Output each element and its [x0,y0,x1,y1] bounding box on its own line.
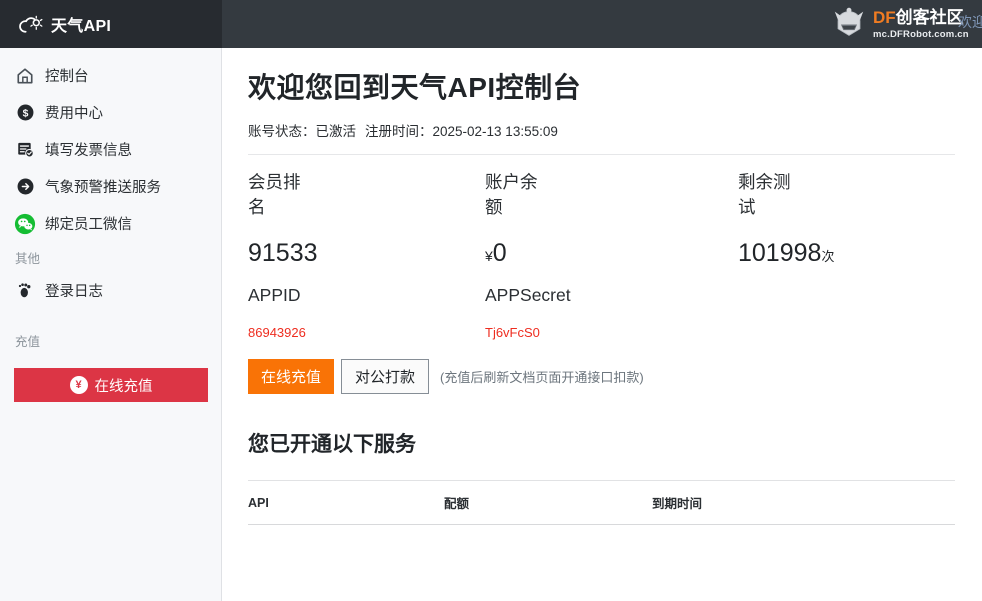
sidebar-item-label: 登录日志 [45,284,103,300]
svg-text:$: $ [22,108,28,119]
partner-title-prefix: DF [873,7,896,27]
yen-circle-icon: ¥ [69,376,88,394]
page-title: 欢迎您回到天气API控制台 [248,72,582,103]
sidebar-item-label: 填写发票信息 [45,143,132,159]
sidebar: 控制台 $ 费用中心 填写发票信息 气象预警推送服务 绑定员工微信 其他 登录日… [0,48,222,601]
credentials-row: APPID 86943926 APPSecret Tj6vFcS0 [248,285,956,357]
partner-title: DF创客社区 [873,9,969,26]
table-column-quota: 配额 [444,480,652,525]
stat-label: 会员排名 [248,172,301,218]
brand-title: 天气API [51,18,112,35]
sidebar-item-label: 费用中心 [45,106,103,122]
services-section-title: 您已开通以下服务 [248,433,416,456]
home-icon [14,65,36,87]
credential-value[interactable]: 86943926 [248,325,306,340]
sidebar-item-label: 控制台 [45,69,89,85]
wechat-icon [14,213,36,235]
account-status-line: 账号状态：已激活 注册时间：2025-02-13 13:55:09 [248,120,956,140]
sidebar-group-recharge: 充值 [15,334,41,349]
credential-value[interactable]: Tj6vFcS0 [485,325,571,340]
stat-value: 91533 [248,239,318,268]
sidebar-item-weather-alert-push[interactable]: 气象预警推送服务 [0,168,221,205]
stat-number: 0 [492,238,507,267]
table-column-expiry: 到期时间 [652,480,955,525]
main-content: 欢迎您回到天气API控制台 账号状态：已激活 注册时间：2025-02-13 13… [223,48,982,601]
footprint-icon [14,280,36,302]
payment-note: (充值后刷新文档页面开通接口扣款) [440,370,644,385]
sidebar-item-label: 气象预警推送服务 [45,180,161,196]
stat-unit-prefix: ¥ [485,247,493,264]
partner-url: mc.DFRobot.com.cn [873,28,969,40]
services-table: API 配额 到期时间 [248,480,955,525]
sidebar-item-invoice[interactable]: 填写发票信息 [0,131,221,168]
online-recharge-button[interactable]: 在线充值 [248,359,335,394]
account-status-value: 已激活 [315,124,357,139]
register-time-label: 注册时间： [365,124,433,139]
sidebar-online-recharge-label: 在线充值 [94,378,153,395]
table-header-row: API 配额 到期时间 [248,480,955,525]
sidebar-item-console[interactable]: 控制台 [0,57,221,94]
sidebar-item-label: 绑定员工微信 [45,217,132,233]
stat-value: 101998次 [738,239,834,268]
register-time-value: 2025-02-13 13:55:09 [432,124,558,139]
sidebar-item-bind-wechat[interactable]: 绑定员工微信 [0,205,221,242]
stat-label: 账户余额 [485,172,538,218]
stat-unit-suffix: 次 [821,248,835,264]
brand-logo-block[interactable]: 天气API [0,0,222,48]
stat-number: 101998 [738,238,822,267]
stat-account-balance: 账户余额 ¥0 [485,170,545,268]
cloud-sun-icon [18,13,44,35]
stat-remaining-tests: 剩余测试 101998次 [738,170,834,268]
stats-row: 会员排名 91533 账户余额 ¥0 剩余测试 101998次 [248,170,956,285]
stat-number: 91533 [248,238,318,267]
credential-label: APPID [248,285,301,305]
action-row: 在线充值 对公打款 (充值后刷新文档页面开通接口扣款) [248,359,956,394]
partner-logo[interactable]: DF创客社区 mc.DFRobot.com.cn [828,4,969,44]
sidebar-group-other: 其他 [15,251,41,266]
corporate-transfer-button[interactable]: 对公打款 [341,359,430,394]
stat-value: ¥0 [485,239,545,268]
sidebar-online-recharge-button[interactable]: ¥ 在线充值 [14,368,208,402]
credential-appid: APPID 86943926 [248,285,306,340]
table-column-api: API [248,480,444,525]
divider [248,154,955,155]
dollar-circle-icon: $ [14,102,36,124]
account-status-label: 账号状态： [248,124,316,139]
arrow-right-circle-icon [14,176,36,198]
dfrobot-head-icon [828,6,870,42]
partner-title-suffix: 创客社区 [895,7,964,27]
credential-label: APPSecret [485,285,571,305]
stat-label: 剩余测试 [738,172,791,218]
invoice-check-icon [14,139,36,161]
top-header-bar: 天气API DF创客社区 mc.DFRobot.com.cn 欢迎 [0,0,982,48]
sidebar-item-login-log[interactable]: 登录日志 [0,272,221,309]
stat-member-rank: 会员排名 91533 [248,170,318,268]
credential-appsecret: APPSecret Tj6vFcS0 [485,285,571,340]
sidebar-item-billing[interactable]: $ 费用中心 [0,94,221,131]
welcome-text-clipped: 欢迎 [958,14,982,30]
